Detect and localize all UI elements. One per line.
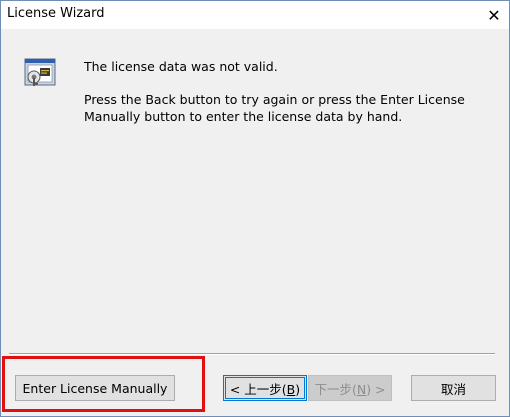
next-button[interactable]: 下一步(N) > <box>308 375 392 401</box>
highlight-box <box>2 356 205 412</box>
title-bar: License Wizard ✕ <box>1 1 509 29</box>
back-button-focus-ring: < 上一步(B) <box>225 377 305 399</box>
back-button[interactable]: < 上一步(B) <box>223 375 307 401</box>
window-title: License Wizard <box>7 6 105 21</box>
error-message: The license data was not valid. <box>84 59 278 74</box>
cancel-button-label: 取消 <box>440 381 466 397</box>
button-separator <box>9 353 495 355</box>
back-button-label: < 上一步(B) <box>229 381 301 397</box>
next-button-label: 下一步(N) > <box>314 381 386 397</box>
license-key-icon <box>24 58 56 86</box>
license-wizard-window: License Wizard ✕ The license data was no… <box>0 0 510 417</box>
instruction-message: Press the Back button to try again or pr… <box>84 92 465 124</box>
close-icon[interactable]: ✕ <box>479 1 509 29</box>
cancel-button[interactable]: 取消 <box>411 375 496 401</box>
